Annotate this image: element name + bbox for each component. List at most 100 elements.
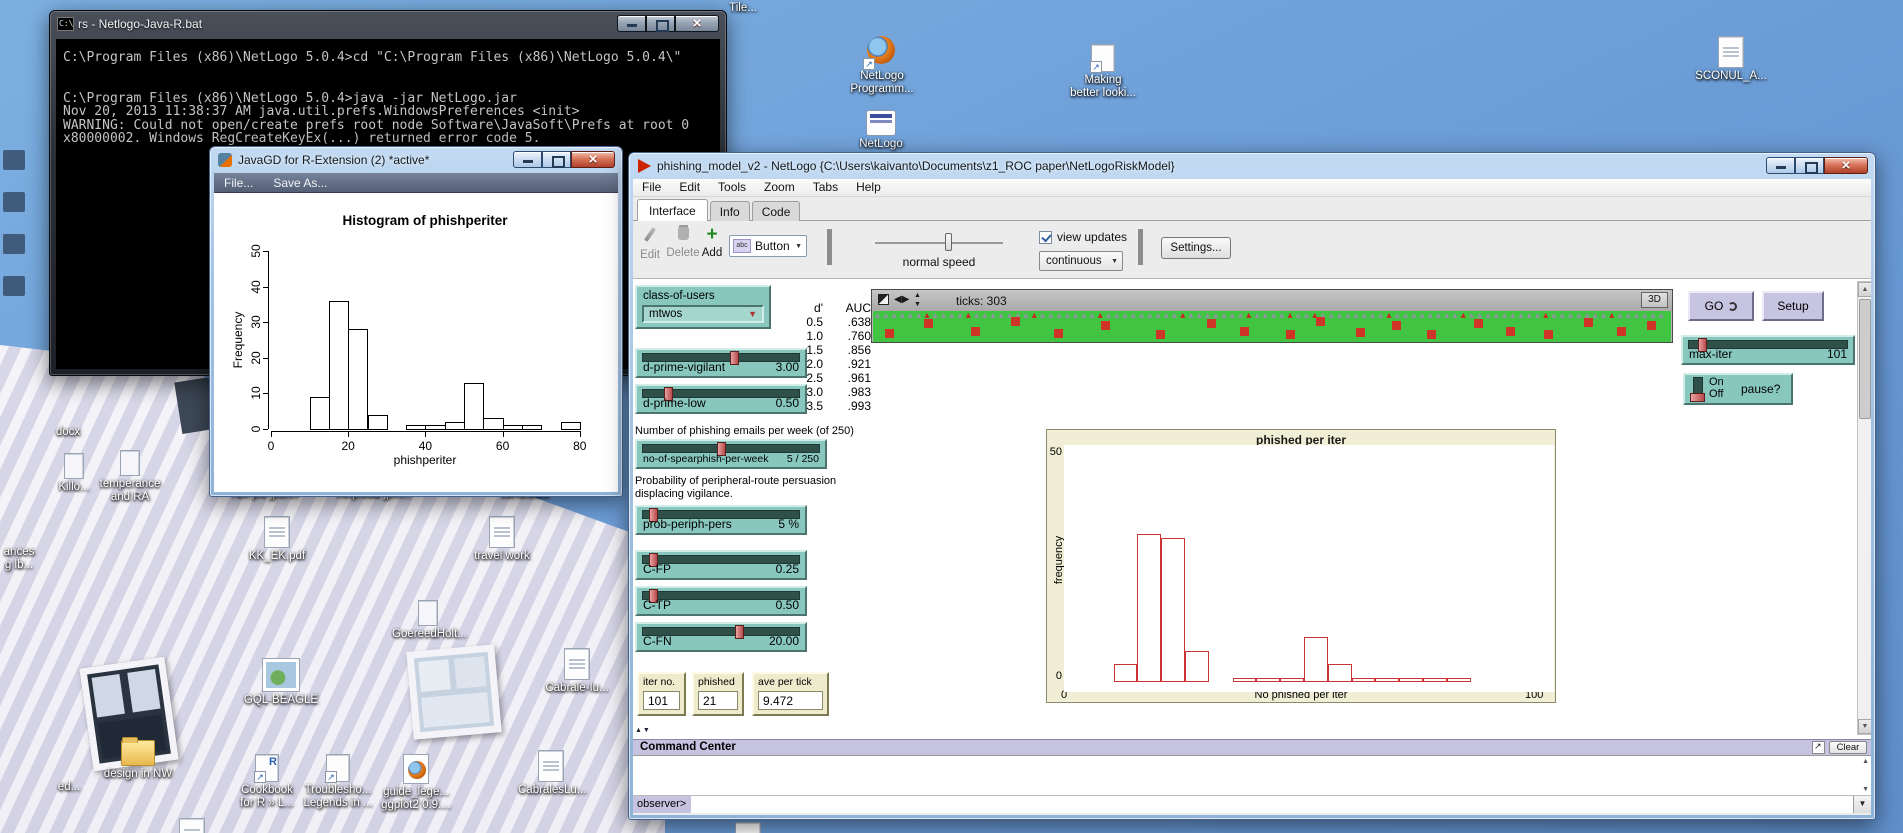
slider-prob-periph-pers[interactable]: prob-periph-pers5 %: [635, 505, 807, 535]
observer-prompt[interactable]: observer>: [633, 796, 691, 813]
cmd-titlebar[interactable]: C:\ rs - Netlogo-Java-R.bat: [50, 11, 726, 37]
speed-slider[interactable]: [875, 242, 1003, 244]
scroll-down-arrow[interactable]: ▼: [1862, 786, 1869, 793]
view-updates-checkbox[interactable]: view updates: [1039, 230, 1127, 244]
left-edge-icon[interactable]: [3, 276, 25, 296]
minimize-button[interactable]: [617, 15, 646, 32]
left-edge-icon[interactable]: [3, 150, 25, 170]
agent-person: ▴: [1568, 311, 1573, 321]
slider-d-prime-low[interactable]: d-prime-low0.50: [635, 384, 807, 414]
javagd-menu-item[interactable]: File...: [214, 176, 263, 190]
desktop-icon-guide-ggplot[interactable]: guide_lege...ggplot2 0.9....: [378, 754, 454, 812]
maximize-button[interactable]: [1795, 157, 1824, 174]
world-view-canvas[interactable]: ▴▴▴▴▴▴▴▴▴▴▴▴▴▴▴▴▴▴▴▴▴▴▴▴▴▴▴▴▴▴▴▴▴▴▴▴▴▴▴▴…: [873, 311, 1671, 342]
settings-button[interactable]: Settings...: [1161, 237, 1231, 259]
console-line: [63, 78, 720, 92]
view-pattern-icon[interactable]: [878, 294, 889, 305]
menu-tabs[interactable]: Tabs: [804, 179, 847, 196]
slider-max-iter[interactable]: max-iter101: [1681, 335, 1855, 365]
menu-zoom[interactable]: Zoom: [755, 179, 804, 196]
menu-tools[interactable]: Tools: [709, 179, 755, 196]
desktop-icon-goereed[interactable]: GoereedHolt...: [392, 600, 464, 641]
javagd-titlebar[interactable]: JavaGD for R-Extension (2) *active*: [210, 147, 622, 173]
add-button[interactable]: + Add: [697, 227, 727, 259]
arrows-vertical-icon[interactable]: ▲▼: [914, 291, 921, 309]
world-view[interactable]: ◀▶ ▲▼ ticks: 303 3D ▴▴▴▴▴▴▴▴▴▴▴▴▴▴▴▴▴▴▴▴…: [871, 289, 1673, 343]
desktop-icon-temperance[interactable]: temperanceand RA: [96, 450, 164, 504]
update-mode-dropdown[interactable]: continuous ▼: [1039, 251, 1123, 271]
left-edge-icon[interactable]: [3, 192, 25, 212]
menu-help[interactable]: Help: [847, 179, 890, 196]
desktop-icon-killo[interactable]: Killo...: [50, 453, 98, 494]
desktop-icon-making-better-looking[interactable]: ↗Makingbetter looki...: [1058, 44, 1148, 100]
tab-info[interactable]: Info: [710, 201, 750, 221]
desktop-icon-design-nw[interactable]: design in NW: [96, 740, 180, 781]
desktop-icon-tile[interactable]: Tile...: [720, 2, 766, 15]
close-button[interactable]: [1824, 157, 1868, 174]
maximize-button[interactable]: [542, 151, 571, 168]
setup-button[interactable]: Setup: [1762, 291, 1824, 321]
scroll-down-arrow[interactable]: ▼: [1858, 719, 1871, 734]
vertical-scrollbar[interactable]: ▲ ▼: [1857, 281, 1871, 735]
desktop-icon-troubleshoot-legends[interactable]: ↗Troublesho...Legends in ...: [300, 754, 376, 810]
minimize-button[interactable]: [513, 151, 542, 168]
patch-red-square: [971, 327, 980, 336]
menu-file[interactable]: File: [633, 179, 670, 196]
slider-C-FN[interactable]: C-FN20.00: [635, 622, 807, 652]
desktop-icon-sconul[interactable]: SCONUL_A...: [1686, 36, 1776, 83]
agent-person: ▴: [1345, 311, 1350, 321]
desktop-icon-netlogo-app[interactable]: NetLogo: [849, 110, 913, 151]
clear-button[interactable]: Clear: [1829, 741, 1867, 754]
tab-interface[interactable]: Interface: [637, 199, 708, 221]
javagd-menu-item[interactable]: Save As...: [263, 176, 337, 190]
netlogo-window-title: phishing_model_v2 - NetLogo {C:\Users\ka…: [657, 159, 1175, 173]
desktop-icon-kk-ek[interactable]: KK_EK.pdf: [244, 516, 310, 563]
slider-C-FP[interactable]: C-FP0.25: [635, 550, 807, 580]
netlogo-titlebar[interactable]: phishing_model_v2 - NetLogo {C:\Users\ka…: [629, 153, 1875, 179]
scroll-up-arrow[interactable]: ▲: [1862, 758, 1869, 765]
tab-code[interactable]: Code: [752, 201, 801, 221]
pause-switch[interactable]: On Off pause?: [1683, 373, 1793, 405]
desktop-icon-partial-bottom-2[interactable]: [728, 822, 768, 833]
scrollbar-thumb[interactable]: [1859, 299, 1871, 419]
widget-type-dropdown[interactable]: abc Button ▼: [729, 235, 807, 257]
firefox-globe-icon: [408, 761, 426, 779]
patch-red-square: [1392, 321, 1401, 330]
agent-person: ▴: [1189, 311, 1194, 321]
scroll-up-arrow[interactable]: ▲: [1858, 282, 1871, 297]
command-center-expand-icon[interactable]: [1812, 741, 1825, 754]
desktop-icon-ed[interactable]: ed...: [52, 781, 86, 794]
history-dropdown-button[interactable]: ▼: [1853, 796, 1871, 813]
desktop-icon-gql-beagle[interactable]: GQL-BEAGLE: [238, 658, 324, 707]
close-button[interactable]: [571, 151, 615, 168]
chooser-value-box[interactable]: mtwos ▼: [642, 305, 764, 323]
view-3d-button[interactable]: 3D: [1641, 292, 1668, 308]
go-button[interactable]: GO: [1688, 291, 1754, 321]
desktop-icon-netlogo-programming[interactable]: ↗NetLogoProgramm...: [845, 34, 919, 96]
menu-edit[interactable]: Edit: [670, 179, 709, 196]
splitter-arrows[interactable]: ▲▼: [635, 727, 651, 734]
slider-no-of-spearphish-per-week[interactable]: no-of-spearphish-per-week5 / 250: [635, 439, 827, 469]
maximize-button[interactable]: [646, 15, 675, 32]
desktop-icon-docx[interactable]: docx: [46, 426, 90, 439]
desktop-icon-cabrale[interactable]: Cabrale-Iu...: [544, 648, 610, 695]
desktop-icon-ances[interactable]: ancesg lb...: [0, 546, 38, 572]
slider-d-prime-vigilant[interactable]: d-prime-vigilant3.00: [635, 348, 807, 378]
desktop-icon-partial-bottom-1[interactable]: [172, 818, 212, 833]
switch-handle[interactable]: [1690, 393, 1705, 402]
desktop-icon-travel-work[interactable]: travel work: [470, 516, 534, 563]
close-button[interactable]: [675, 15, 719, 32]
desktop-icon-cookbook-r[interactable]: ↗RCookbookfor R » L...: [234, 754, 300, 810]
desktop-icon-cabrales-lu[interactable]: CabralesLu...: [518, 750, 584, 797]
command-input[interactable]: [691, 796, 1853, 813]
slider-C-TP[interactable]: C-TP0.50: [635, 586, 807, 616]
command-center-output[interactable]: ▲ ▼: [633, 755, 1871, 795]
arrows-horizontal-icon[interactable]: ◀▶: [894, 293, 909, 307]
speed-slider-handle[interactable]: [945, 233, 952, 251]
command-center-title: Command Center: [640, 741, 736, 753]
patch-red-square: [1506, 327, 1515, 336]
console-line: WARNING: Could not open/create prefs roo…: [63, 119, 720, 133]
left-edge-icon[interactable]: [3, 234, 25, 254]
class-of-users-chooser[interactable]: class-of-users mtwos ▼: [635, 285, 771, 329]
minimize-button[interactable]: [1766, 157, 1795, 174]
